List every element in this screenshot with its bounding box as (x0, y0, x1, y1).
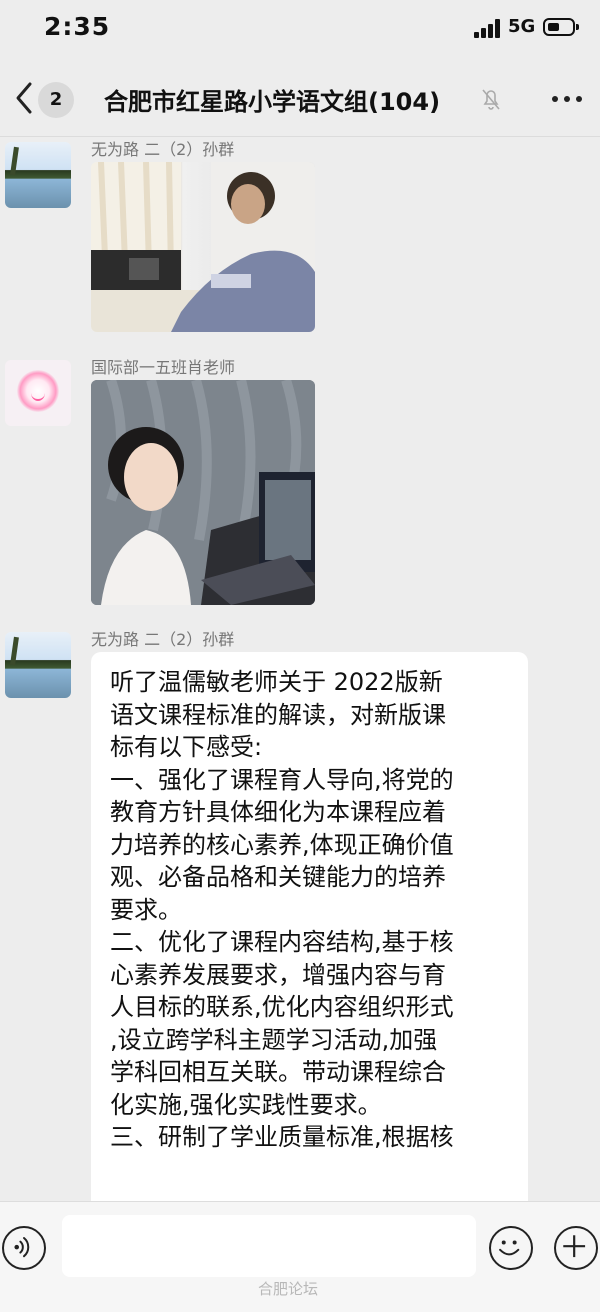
network-type: 5G (508, 16, 536, 37)
message-line: 标有以下感受: (110, 733, 263, 761)
unread-count-badge[interactable]: 2 (38, 82, 74, 118)
message-line: 人目标的联系,优化内容组织形式 (110, 993, 454, 1021)
message-photo[interactable] (91, 380, 315, 605)
message-list[interactable]: 无为路 二（2）孙群 国际部一五班肖老师 无为路 二（2）孙群 听了温儒敏老师关… (0, 136, 600, 1201)
message-input[interactable] (62, 1215, 476, 1277)
message-line: 三、研制了学业质量标准,根据核 (110, 1123, 454, 1151)
message-line: 力培养的核心素养,体现正确价值 (110, 830, 454, 859)
message-line: 学科回相互关联。带动课程综合 (110, 1058, 446, 1086)
chat-header: 2 合肥市红星路小学语文组(104) (0, 62, 600, 137)
message-line: 心素养发展要求，增强内容与育 (110, 960, 446, 989)
avatar[interactable] (5, 360, 71, 426)
message-item: 无为路 二（2）孙群 听了温儒敏老师关于 2022版新 语文课程标准的解读，对新… (0, 626, 600, 1201)
message-line: 听了温儒敏老师关于 2022版新 (110, 668, 443, 696)
watermark: 合肥论坛 (258, 1280, 319, 1298)
message-item: 无为路 二（2）孙群 (0, 136, 600, 336)
message-line: 一、强化了课程育人导向,将党的 (110, 765, 454, 794)
message-line: 二、优化了课程内容结构,基于核 (110, 928, 454, 956)
avatar[interactable] (5, 142, 71, 208)
battery-icon (543, 18, 579, 36)
chevron-left-icon[interactable] (10, 78, 38, 118)
message-photo[interactable] (91, 162, 315, 332)
message-line: 教育方针具体细化为本课程应着 (110, 798, 446, 826)
message-line: 观、必备品格和关键能力的培养 (110, 863, 446, 891)
sender-name: 国际部一五班肖老师 (91, 358, 236, 377)
voice-icon[interactable] (2, 1226, 46, 1270)
emoji-icon[interactable] (489, 1226, 533, 1270)
bell-slash-icon (480, 86, 502, 112)
status-time: 2:35 (44, 12, 111, 41)
message-line: 要求。 (110, 895, 182, 924)
more-dots-icon[interactable] (550, 96, 584, 104)
status-bar: 2:35 5G (0, 0, 600, 56)
message-line: 化实施,强化实践性要求。 (110, 1090, 382, 1119)
message-line: 语文课程标准的解读，对新版课 (110, 700, 446, 729)
message-line: ,设立跨学科主题学习活动,加强 (110, 1025, 438, 1054)
message-bubble[interactable]: 听了温儒敏老师关于 2022版新 语文课程标准的解读，对新版课 标有以下感受: … (91, 652, 528, 1201)
plus-icon[interactable] (554, 1226, 598, 1270)
sender-name: 无为路 二（2）孙群 (91, 140, 235, 159)
chat-title[interactable]: 合肥市红星路小学语文组(104) (104, 82, 484, 117)
message-item: 国际部一五班肖老师 (0, 354, 600, 614)
avatar[interactable] (5, 632, 71, 698)
signal-icon (474, 18, 502, 38)
sender-name: 无为路 二（2）孙群 (91, 630, 235, 649)
